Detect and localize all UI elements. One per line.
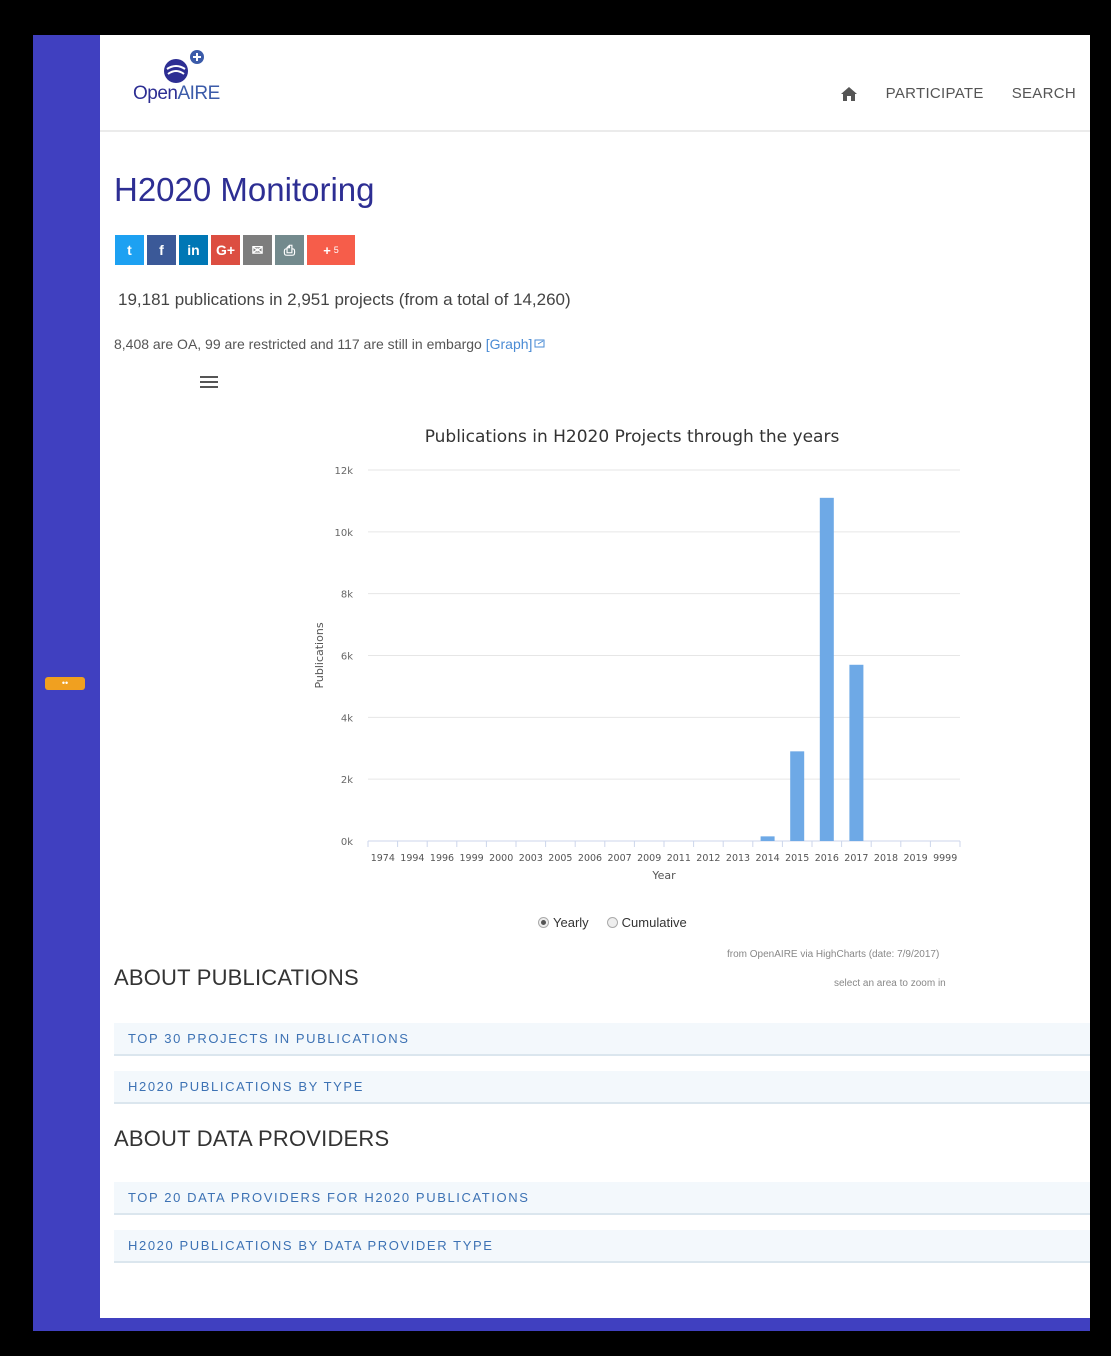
link-top-projects[interactable]: TOP 30 PROJECTS IN PUBLICATIONS <box>114 1023 1090 1056</box>
radio-cumulative-dot <box>606 917 618 928</box>
y-tick-label: 0k <box>341 837 353 848</box>
share-more-button[interactable]: +5 <box>307 235 355 265</box>
chart-title: Publications in H2020 Projects through t… <box>425 427 840 447</box>
link-top-data-providers[interactable]: TOP 20 DATA PROVIDERS FOR H2020 PUBLICAT… <box>114 1182 1090 1215</box>
nav-search[interactable]: SEARCH <box>1012 85 1076 102</box>
bar-2015 <box>790 751 805 841</box>
nav-participate[interactable]: PARTICIPATE <box>886 85 984 102</box>
bar-2016 <box>819 497 834 841</box>
openaire-logo-icon[interactable] <box>162 49 208 85</box>
y-tick-label: 6k <box>341 652 353 663</box>
x-tick-label: 2013 <box>726 853 750 864</box>
chart-mode-toggle: Yearly Cumulative <box>538 915 687 930</box>
facebook-icon: f <box>159 242 164 258</box>
y-axis-label: Publications <box>313 622 326 688</box>
external-link-icon <box>534 339 545 348</box>
share-more-count: 5 <box>333 245 339 255</box>
share-toolbar: t f in G+ ✉ ⎙ +5 <box>115 235 355 265</box>
x-tick-label: 1999 <box>460 853 484 864</box>
print-share-button[interactable]: ⎙ <box>275 235 304 265</box>
google-plus-share-button[interactable]: G+ <box>211 235 240 265</box>
link-publications-by-provider-type[interactable]: H2020 PUBLICATIONS BY DATA PROVIDER TYPE <box>114 1230 1090 1263</box>
x-tick-label: 2011 <box>667 853 691 864</box>
chart-menu-icon[interactable] <box>200 375 218 389</box>
radio-cumulative[interactable]: Cumulative <box>606 915 687 930</box>
access-summary: 8,408 are OA, 99 are restricted and 117 … <box>114 336 546 352</box>
section-title-publications: ABOUT PUBLICATIONS <box>114 965 359 990</box>
x-tick-label: 1974 <box>371 853 395 864</box>
x-tick-label: 2019 <box>904 853 928 864</box>
twitter-icon: t <box>127 242 132 258</box>
top-navbar: OpenAIRE PARTICIPATE SEARCH <box>100 35 1090 132</box>
footer-bar <box>100 1318 1090 1331</box>
x-tick-label: 2005 <box>548 853 572 864</box>
access-summary-text: 8,408 are OA, 99 are restricted and 117 … <box>114 336 482 352</box>
facebook-share-button[interactable]: f <box>147 235 176 265</box>
bar-2014 <box>760 836 775 841</box>
x-tick-label: 2017 <box>844 853 868 864</box>
home-icon[interactable] <box>840 86 858 102</box>
y-tick-label: 2k <box>341 775 353 786</box>
x-tick-label: 2018 <box>874 853 898 864</box>
sidebar-toggle-tab[interactable]: •• <box>45 677 85 690</box>
x-tick-label: 2015 <box>785 853 809 864</box>
y-tick-label: 4k <box>341 713 353 724</box>
y-tick-label: 10k <box>334 528 353 539</box>
x-tick-label: 1996 <box>430 853 454 864</box>
radio-yearly-dot <box>538 917 549 928</box>
email-icon: ✉ <box>251 241 264 258</box>
main-nav: PARTICIPATE SEARCH <box>840 85 1076 102</box>
x-tick-label: 1994 <box>400 853 424 864</box>
publications-chart[interactable]: Publications in H2020 Projects through t… <box>200 375 980 989</box>
bar-2017 <box>849 664 864 841</box>
plus-icon: + <box>323 242 331 258</box>
x-tick-label: 2014 <box>756 853 780 864</box>
radio-cumulative-label: Cumulative <box>621 915 687 930</box>
page-content: OpenAIRE PARTICIPATE SEARCH H2020 Monito… <box>100 35 1090 1331</box>
graph-link[interactable]: [Graph] <box>486 336 547 352</box>
page-title: H2020 Monitoring <box>114 171 375 208</box>
x-tick-label: 2000 <box>489 853 513 864</box>
x-axis-label: Year <box>651 869 676 882</box>
x-tick-label: 2016 <box>815 853 839 864</box>
chart-canvas[interactable]: Publications in H2020 Projects through t… <box>200 375 980 905</box>
x-tick-label: 2006 <box>578 853 602 864</box>
x-tick-label: 9999 <box>933 853 957 864</box>
x-tick-label: 2012 <box>696 853 720 864</box>
section-title-data-providers: ABOUT DATA PROVIDERS <box>114 1126 390 1151</box>
x-tick-label: 2009 <box>637 853 661 864</box>
google-plus-icon: G+ <box>215 242 236 258</box>
linkedin-icon: in <box>187 242 200 258</box>
radio-yearly[interactable]: Yearly <box>538 915 589 930</box>
twitter-share-button[interactable]: t <box>115 235 144 265</box>
chart-credit: from OpenAIRE via HighCharts (date: 7/9/… <box>727 949 940 960</box>
y-tick-label: 12k <box>334 466 353 477</box>
print-icon: ⎙ <box>283 241 296 258</box>
x-tick-label: 2007 <box>608 853 632 864</box>
linkedin-share-button[interactable]: in <box>179 235 208 265</box>
x-tick-label: 2003 <box>519 853 543 864</box>
link-publications-by-type[interactable]: H2020 PUBLICATIONS BY TYPE <box>114 1071 1090 1104</box>
y-tick-label: 8k <box>341 590 353 601</box>
email-share-button[interactable]: ✉ <box>243 235 272 265</box>
radio-yearly-label: Yearly <box>553 915 589 930</box>
openaire-logo-text[interactable]: OpenAIRE <box>133 83 220 105</box>
chart-zoom-hint: select an area to zoom in <box>834 978 946 989</box>
publications-summary: 19,181 publications in 2,951 projects (f… <box>118 290 571 309</box>
